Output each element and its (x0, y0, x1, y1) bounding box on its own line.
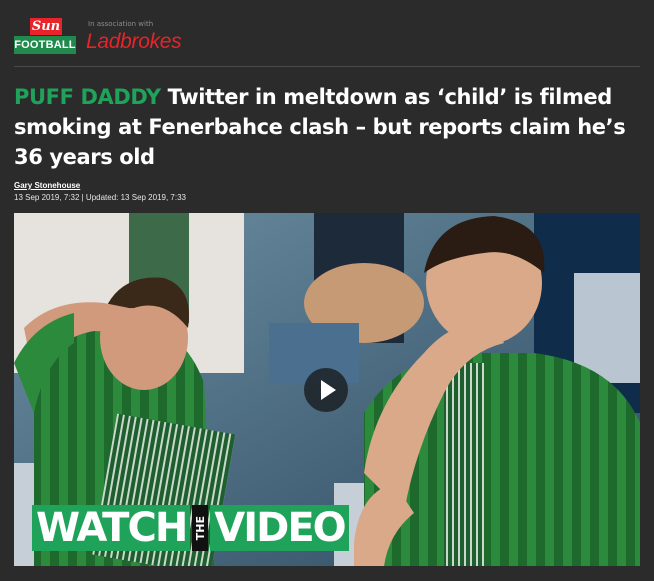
headline-kicker: PUFF DADDY (14, 85, 161, 109)
association-text: In association with (88, 20, 154, 28)
author-link[interactable]: Gary Stonehouse (14, 181, 80, 190)
overlay-the-label: THE (193, 515, 207, 541)
sun-logo-label: Sun (30, 18, 62, 35)
article-headline: PUFF DADDY Twitter in meltdown as ‘child… (14, 82, 640, 172)
overlay-the-text: THE (192, 505, 209, 551)
play-icon (321, 380, 336, 400)
play-button[interactable] (304, 368, 348, 412)
page-footer-strip (14, 566, 640, 581)
football-logo-label: FOOTBALL (14, 36, 76, 54)
publish-dates: 13 Sep 2019, 7:32 | Updated: 13 Sep 2019… (14, 193, 186, 202)
ladbrokes-logo[interactable]: Ladbrokes (86, 30, 182, 54)
video-player[interactable]: WATCH THE VIDEO (14, 213, 640, 566)
sun-football-logo[interactable]: Sun FOOTBALL (14, 18, 76, 56)
masthead: Sun FOOTBALL In association with Ladbrok… (14, 18, 640, 64)
divider (14, 66, 640, 67)
overlay-watch-text: WATCH (32, 505, 191, 551)
watch-the-video-overlay: WATCH THE VIDEO (32, 505, 349, 551)
overlay-video-text: VIDEO (210, 505, 349, 551)
